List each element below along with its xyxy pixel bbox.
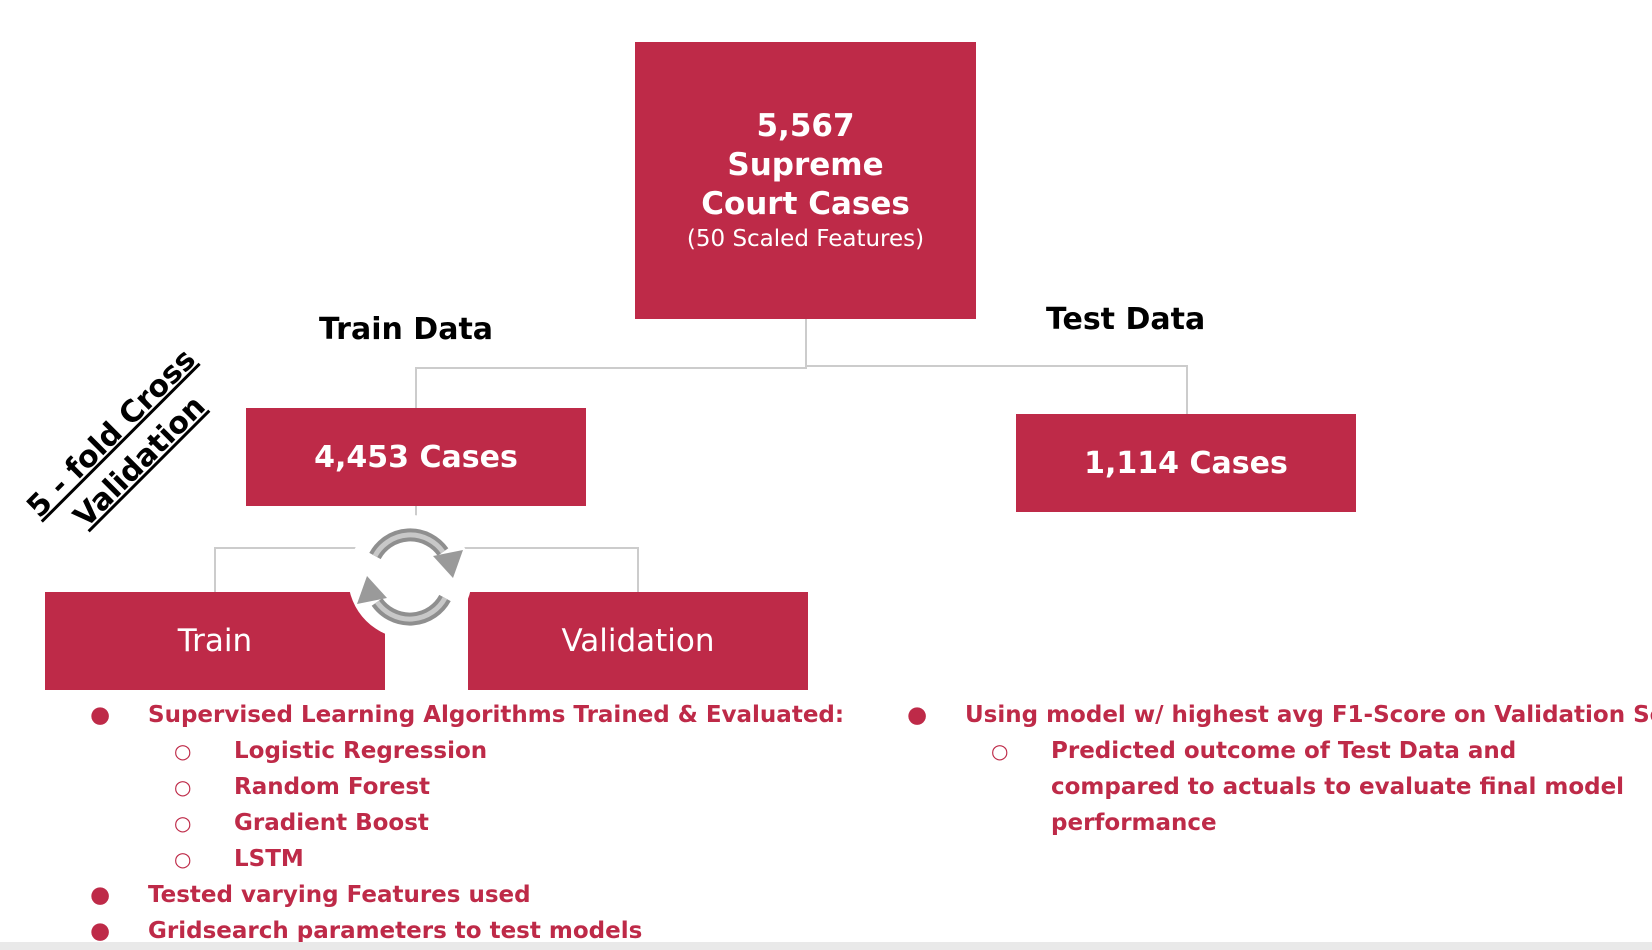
bullet-icon: ● (90, 702, 111, 728)
list-item: ○ Random Forest (90, 769, 844, 805)
bullet-icon: ● (90, 882, 111, 908)
train-box: Train (45, 592, 385, 690)
hollow-bullet-icon: ○ (174, 739, 192, 763)
list-item: ● Using model w/ highest avg F1-Score on … (907, 697, 1652, 733)
bottom-strip (0, 942, 1652, 950)
list-item: ○ Predicted outcome of Test Data and comp… (907, 733, 1651, 841)
list-item: ● Tested varying Features used (90, 877, 844, 913)
list-item-text: Logistic Regression (234, 738, 488, 764)
list-item-text: Supervised Learning Algorithms Trained &… (148, 702, 845, 728)
train-cases-box: 4,453 Cases (246, 408, 586, 506)
validation-box: Validation (468, 592, 808, 690)
training-steps-list: ● Supervised Learning Algorithms Trained … (90, 697, 844, 949)
hollow-bullet-icon: ○ (174, 847, 192, 871)
train-data-label: Train Data (319, 312, 494, 347)
root-title: 5,567 Supreme Court Cases (701, 108, 910, 222)
list-item: ○ Gradient Boost (90, 805, 844, 841)
list-item: ○ LSTM (90, 841, 844, 877)
test-data-label: Test Data (1046, 302, 1206, 337)
hollow-bullet-icon: ○ (991, 739, 1009, 763)
list-item-text: LSTM (234, 846, 304, 872)
root-cases-box: 5,567 Supreme Court Cases (50 Scaled Fea… (635, 42, 976, 319)
list-item: ○ Logistic Regression (90, 733, 844, 769)
list-item-text: Gradient Boost (234, 810, 429, 836)
validation-label: Validation (561, 623, 715, 659)
list-item-text: Using model w/ highest avg F1-Score on V… (965, 702, 1652, 728)
test-cases-label: 1,114 Cases (1084, 445, 1288, 481)
testing-steps-list: ● Using model w/ highest avg F1-Score on … (907, 697, 1652, 841)
list-item-text: Predicted outcome of Test Data and compa… (1051, 738, 1625, 836)
list-item-text: Gridsearch parameters to test models (148, 918, 643, 944)
list-item-text: Tested varying Features used (148, 882, 531, 908)
train-label: Train (177, 623, 253, 659)
list-item: ● Supervised Learning Algorithms Trained … (90, 697, 844, 733)
hollow-bullet-icon: ○ (174, 811, 192, 835)
train-cases-label: 4,453 Cases (314, 439, 518, 475)
bullet-icon: ● (907, 702, 928, 728)
root-subtitle: (50 Scaled Features) (686, 226, 925, 252)
hollow-bullet-icon: ○ (174, 775, 192, 799)
test-cases-box: 1,114 Cases (1016, 414, 1356, 512)
list-item-text: Random Forest (234, 774, 431, 800)
refresh-cycle-icon (348, 515, 472, 639)
root-to-test-connector (806, 365, 1188, 414)
